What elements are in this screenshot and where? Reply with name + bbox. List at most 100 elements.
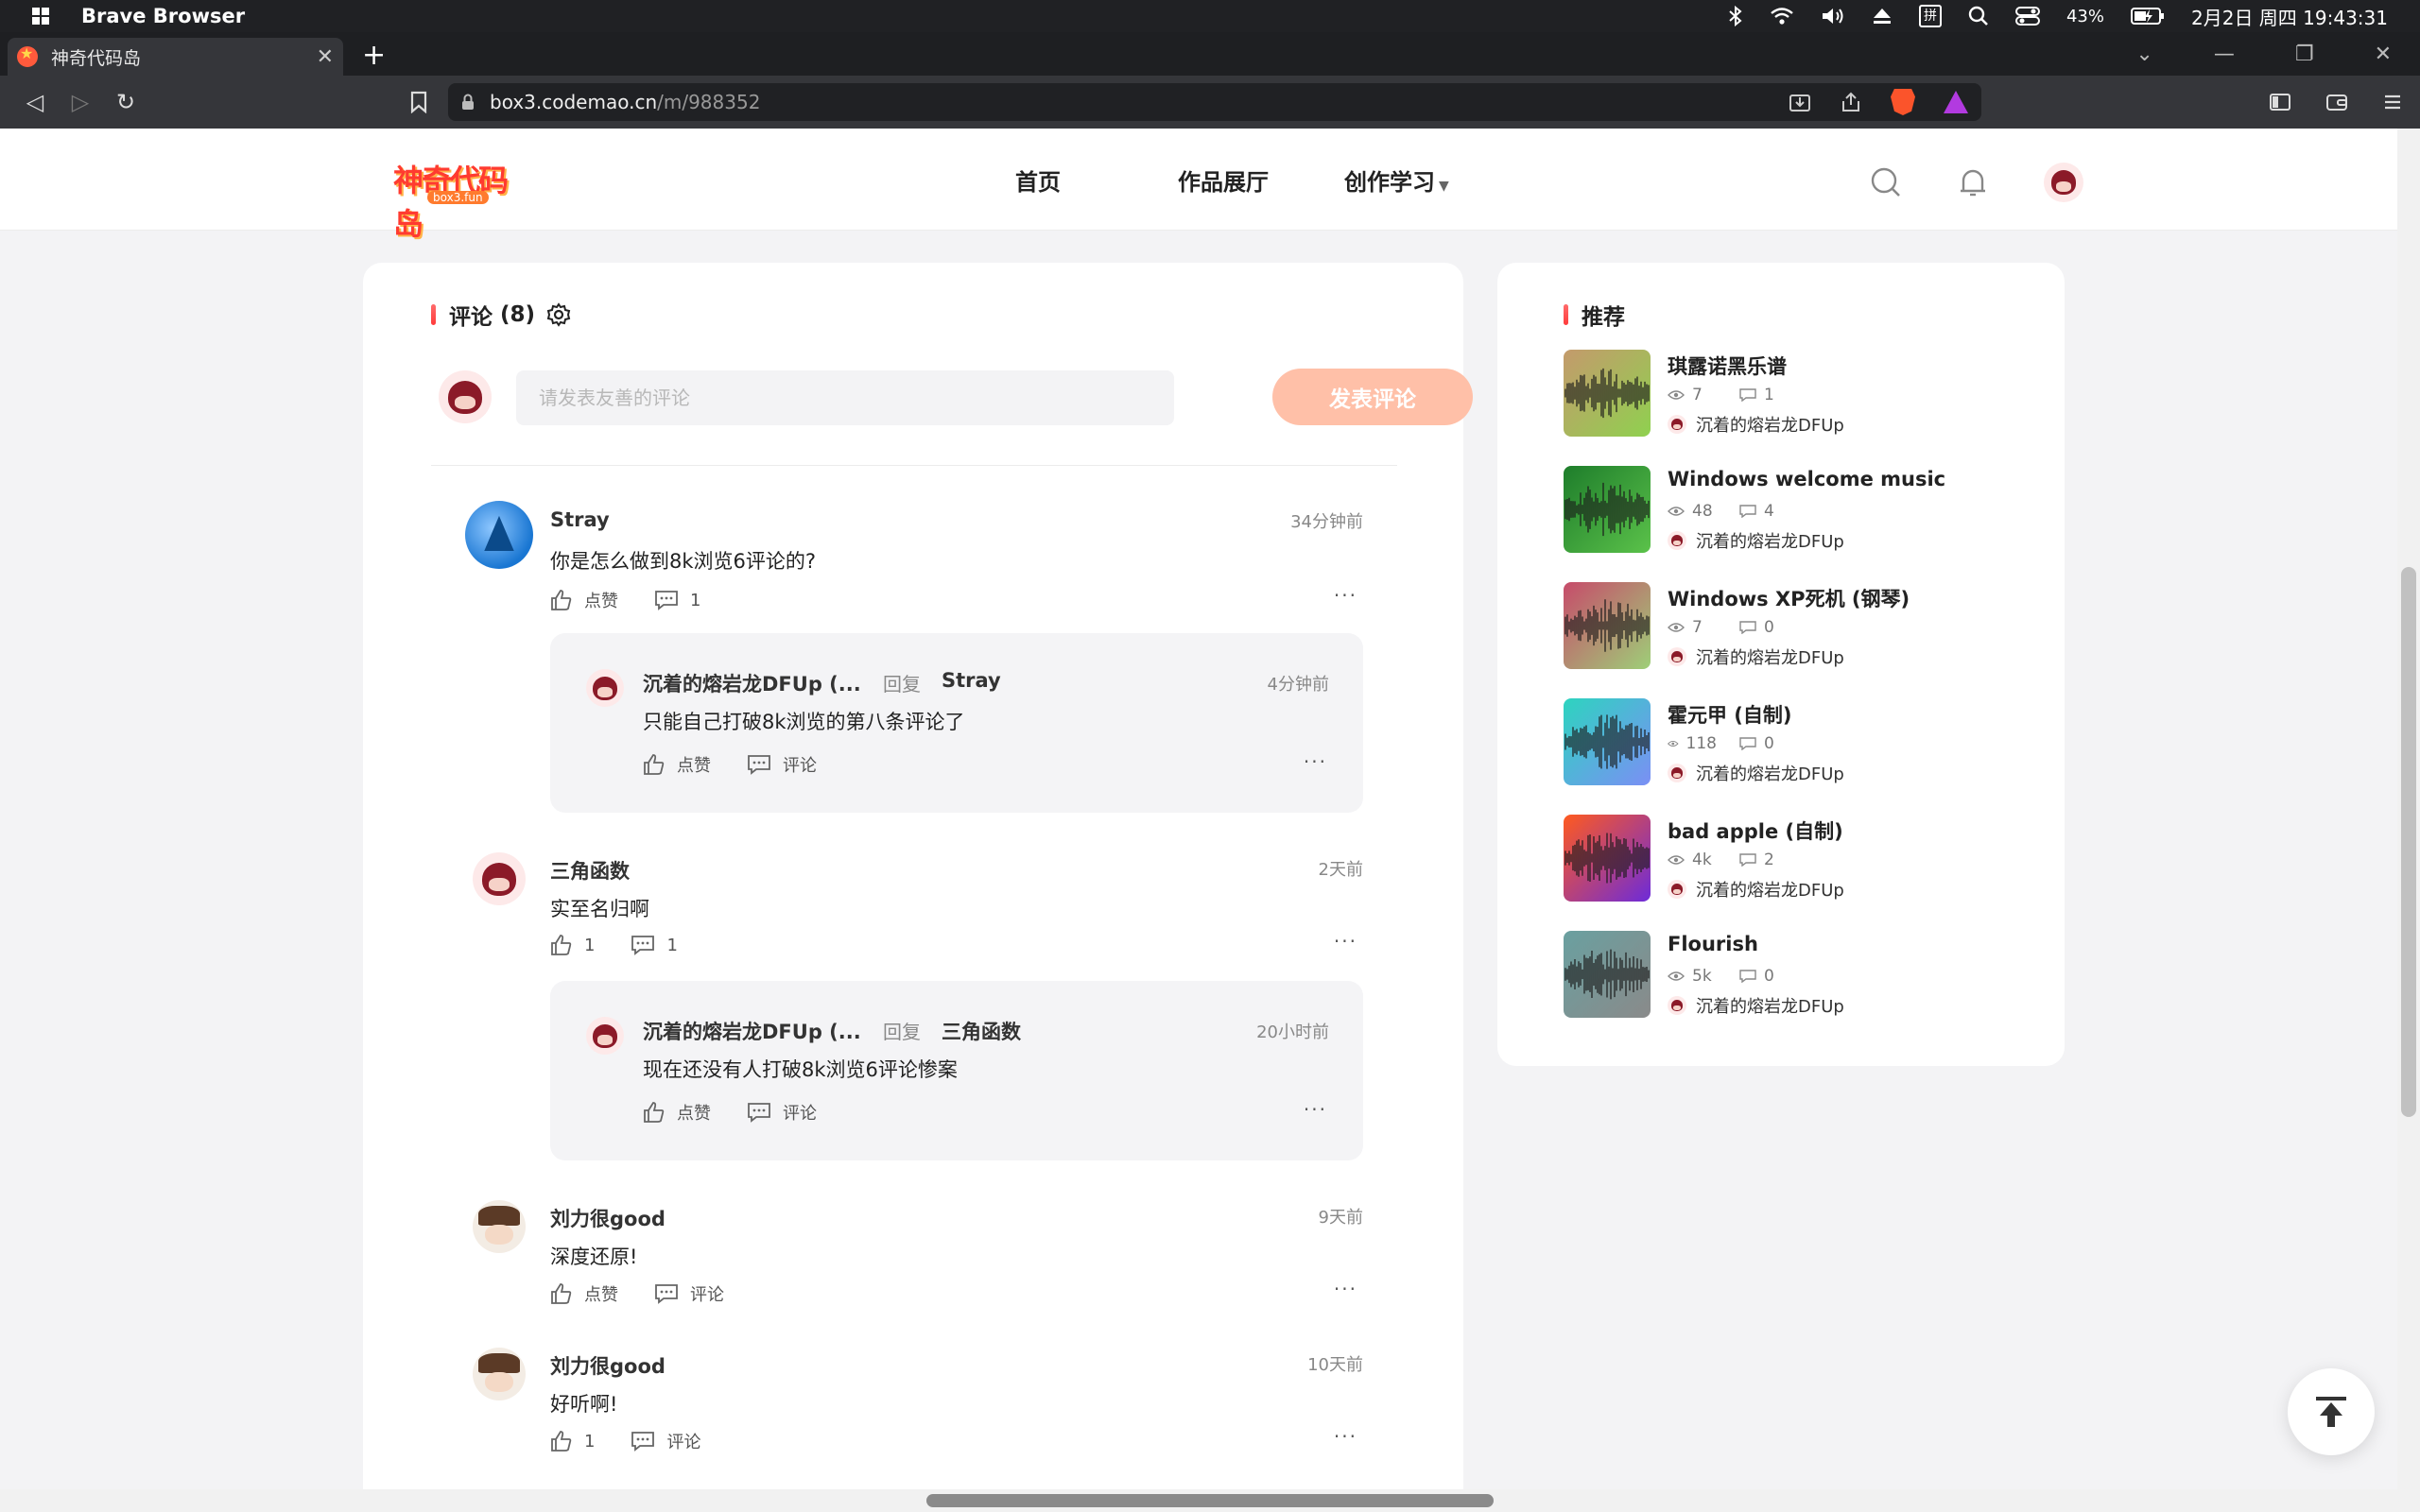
eject-icon[interactable]	[1872, 7, 1893, 26]
like-button[interactable]: 点赞	[550, 588, 618, 612]
sidebar-toggle-icon[interactable]	[2269, 92, 2291, 112]
waveform-thumbnail[interactable]	[1564, 582, 1651, 669]
reply-button[interactable]: 1	[654, 590, 700, 610]
site-logo[interactable]: 神奇代码岛 box3.fun	[393, 157, 529, 242]
reply-button[interactable]: 1	[631, 935, 678, 955]
forward-arrow-icon[interactable]: ▷	[66, 89, 95, 115]
like-button[interactable]: 点赞	[643, 752, 711, 777]
search-icon[interactable]	[1968, 6, 1989, 26]
reply-button[interactable]: 评论	[654, 1281, 724, 1306]
recommend-item[interactable]: bad apple (自制) 4k 2 沉着的熔岩龙DFUp	[1564, 815, 2036, 902]
like-button[interactable]: 1	[550, 934, 595, 956]
reply-target[interactable]: 三角函数	[942, 1017, 1021, 1045]
like-button[interactable]: 1	[550, 1430, 595, 1452]
commenter-name[interactable]: 三角函数	[550, 856, 630, 885]
recommend-author[interactable]: 沉着的熔岩龙DFUp	[1668, 993, 1844, 1018]
share-icon[interactable]	[1840, 92, 1862, 112]
lock-icon[interactable]	[461, 94, 475, 111]
recommend-item[interactable]: Windows XP死机 (钢琴) 7 0 沉着的熔岩龙DFUp	[1564, 582, 2036, 669]
close-tab-icon[interactable]: ✕	[317, 45, 334, 69]
battery-icon[interactable]	[2131, 7, 2165, 26]
brave-shields-icon[interactable]	[1891, 89, 1915, 115]
vertical-scrollbar[interactable]	[2397, 129, 2420, 1489]
comment-input[interactable]	[516, 370, 1174, 425]
recommend-author[interactable]: 沉着的熔岩龙DFUp	[1668, 412, 1844, 437]
recommend-item[interactable]: 琪露诺黑乐谱 7 1 沉着的熔岩龙DFUp	[1564, 350, 2036, 437]
windows-start-icon[interactable]	[32, 8, 49, 25]
nav-home[interactable]: 首页	[1015, 163, 1061, 197]
waveform-thumbnail[interactable]	[1564, 466, 1651, 553]
bluetooth-icon[interactable]	[1728, 6, 1743, 26]
menu-hamburger-icon[interactable]	[2382, 92, 2403, 112]
minimize-window-icon[interactable]: —	[2214, 43, 2235, 66]
user-avatar[interactable]	[2044, 163, 2083, 202]
recommend-author[interactable]: 沉着的熔岩龙DFUp	[1668, 761, 1844, 785]
control-center-icon[interactable]	[2014, 6, 2040, 26]
recommend-item-title[interactable]: 琪露诺黑乐谱	[1668, 352, 1787, 380]
url-bar[interactable]: box3.codemao.cn/m/988352	[448, 83, 1981, 121]
recommend-item-title[interactable]: 霍元甲 (自制)	[1668, 700, 1792, 729]
volume-icon[interactable]	[1821, 6, 1845, 26]
brave-rewards-icon[interactable]	[1944, 91, 1968, 113]
recommend-item-title[interactable]: Windows XP死机 (钢琴)	[1668, 584, 1910, 612]
commenter-name[interactable]: 刘力很good	[550, 1351, 666, 1380]
recommend-item[interactable]: Flourish 5k 0 沉着的熔岩龙DFUp	[1564, 931, 2036, 1018]
reply-target[interactable]: Stray	[942, 669, 1001, 692]
browser-tab-active[interactable]: 神奇代码岛 ✕	[8, 38, 343, 76]
more-options-icon[interactable]: ···	[1334, 1425, 1357, 1448]
reply-button[interactable]: 评论	[747, 752, 817, 777]
reload-icon[interactable]: ↻	[112, 89, 140, 115]
reply-avatar[interactable]	[586, 669, 624, 707]
wifi-icon[interactable]	[1770, 7, 1794, 26]
like-button[interactable]: 点赞	[643, 1100, 711, 1125]
recommend-item-title[interactable]: Flourish	[1668, 933, 1758, 955]
recommend-author[interactable]: 沉着的熔岩龙DFUp	[1668, 877, 1844, 902]
notification-bell-icon[interactable]	[1959, 166, 1987, 198]
recommend-author[interactable]: 沉着的熔岩龙DFUp	[1668, 528, 1844, 553]
waveform-thumbnail[interactable]	[1564, 931, 1651, 1018]
commenter-avatar[interactable]	[473, 1348, 526, 1400]
recommend-item[interactable]: Windows welcome music 48 4 沉着的熔岩龙DFUp	[1564, 466, 2036, 553]
commenter-avatar[interactable]	[473, 852, 526, 905]
waveform-thumbnail[interactable]	[1564, 815, 1651, 902]
horizontal-scrollbar[interactable]	[0, 1489, 2420, 1512]
back-arrow-icon[interactable]: ◁	[21, 89, 49, 115]
reply-button[interactable]: 评论	[631, 1429, 700, 1453]
commenter-name[interactable]: 刘力很good	[550, 1204, 666, 1232]
submit-comment-button[interactable]: 发表评论	[1272, 369, 1473, 425]
gear-icon[interactable]	[546, 302, 571, 327]
commenter-avatar[interactable]	[465, 501, 533, 569]
recommend-item-title[interactable]: Windows welcome music	[1668, 468, 1945, 490]
horizontal-scroll-thumb[interactable]	[926, 1494, 1494, 1507]
ime-indicator[interactable]: 拼	[1918, 5, 1942, 27]
more-options-icon[interactable]: ···	[1334, 584, 1357, 607]
site-search-icon[interactable]	[1870, 166, 1902, 198]
close-window-icon[interactable]: ✕	[2375, 43, 2392, 66]
restore-window-icon[interactable]: ❐	[2295, 43, 2314, 66]
vertical-scroll-thumb[interactable]	[2401, 567, 2416, 1117]
system-clock[interactable]: 2月2日 周四 19:43:31	[2191, 3, 2388, 30]
recommend-author[interactable]: 沉着的熔岩龙DFUp	[1668, 644, 1844, 669]
reply-author[interactable]: 沉着的熔岩龙DFUp (...	[643, 669, 861, 697]
back-to-top-button[interactable]	[2288, 1368, 2375, 1455]
waveform-thumbnail[interactable]	[1564, 350, 1651, 437]
nav-learn[interactable]: 创作学习 ▼	[1344, 163, 1449, 197]
more-options-icon[interactable]: ···	[1304, 1098, 1327, 1121]
more-options-icon[interactable]: ···	[1334, 1278, 1357, 1300]
new-tab-plus-icon[interactable]: +	[362, 39, 386, 72]
recommend-item[interactable]: 霍元甲 (自制) 118 0 沉着的熔岩龙DFUp	[1564, 698, 2036, 785]
waveform-thumbnail[interactable]	[1564, 698, 1651, 785]
commenter-name[interactable]: Stray	[550, 508, 610, 531]
commenter-avatar[interactable]	[473, 1200, 526, 1253]
like-button[interactable]: 点赞	[550, 1281, 618, 1306]
reply-avatar[interactable]	[586, 1017, 624, 1055]
more-options-icon[interactable]: ···	[1304, 750, 1327, 773]
reply-button[interactable]: 评论	[747, 1100, 817, 1125]
install-app-icon[interactable]	[1789, 92, 1811, 112]
nav-gallery[interactable]: 作品展厅	[1178, 163, 1269, 197]
more-options-icon[interactable]: ···	[1334, 930, 1357, 953]
recommend-item-title[interactable]: bad apple (自制)	[1668, 816, 1843, 845]
reply-author[interactable]: 沉着的熔岩龙DFUp (...	[643, 1017, 861, 1045]
bookmark-icon[interactable]	[410, 91, 427, 113]
wallet-icon[interactable]	[2325, 92, 2348, 112]
